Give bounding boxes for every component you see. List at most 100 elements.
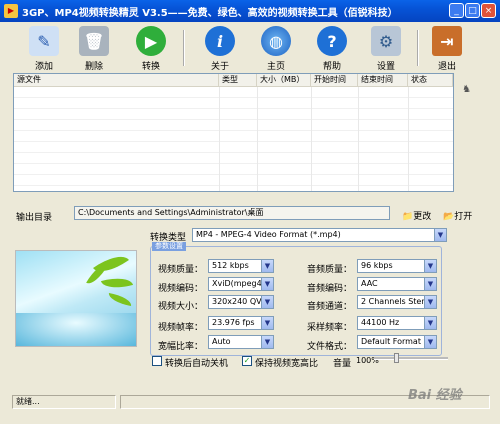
file-list-header: 源文件 类型 大小（MB） 开始时间 结束时间 状态 — [14, 74, 453, 87]
change-dir-button[interactable]: 📁更改 — [402, 209, 431, 222]
video-fps-value: 23.976 fps — [212, 318, 255, 327]
folder-icon: 📁 — [402, 212, 414, 222]
column-size[interactable]: 大小（MB） — [257, 74, 311, 86]
help-label: 帮助 — [322, 62, 341, 72]
video-size-select[interactable]: 320x240 QVGA ▼ — [208, 295, 274, 309]
audio-quality-label: 音频质量： — [307, 265, 353, 275]
video-fps-label: 视频帧率： — [158, 323, 204, 333]
keep-ratio-checkbox[interactable]: ✓ — [242, 356, 252, 366]
volume-slider-track[interactable] — [374, 357, 448, 360]
file-format-value: Default Format — [361, 337, 421, 346]
open-dir-label: 打开 — [454, 212, 473, 222]
change-dir-label: 更改 — [413, 212, 432, 222]
title-bar: ▶ 3GP、MP4视频转换精灵 V3.5——免费、绿色、高效的视频转换工具（佰锐… — [0, 0, 500, 22]
keep-ratio-label: 保持视频宽高比 — [255, 359, 319, 369]
toolbar-separator — [183, 30, 185, 66]
column-divider — [257, 87, 258, 191]
chevron-down-icon[interactable]: ▼ — [261, 336, 273, 348]
watermark: Bai 经验 — [408, 388, 462, 403]
toolbar: ✎ 添加 🗑 删除 ▶ 转换 i 关于 ◍ 主页 ? 帮助 ⚙ 设置 ⇥ 退出 — [2, 24, 498, 72]
convert-label: 转换 — [141, 62, 160, 72]
video-codec-select[interactable]: XviD(mpeg4) ▼ — [208, 277, 274, 291]
audio-quality-value: 96 kbps — [361, 261, 393, 270]
chevron-down-icon[interactable]: ▼ — [424, 317, 436, 329]
video-codec-value: XviD(mpeg4) — [212, 279, 265, 288]
aspect-ratio-value: Auto — [212, 337, 231, 346]
settings-button[interactable]: ⚙ 设置 — [366, 26, 406, 72]
settings-icon: ⚙ — [371, 26, 401, 56]
column-status[interactable]: 状态 — [408, 74, 453, 86]
chevron-down-icon[interactable]: ▼ — [261, 260, 273, 272]
home-label: 主页 — [266, 62, 285, 72]
column-end-time[interactable]: 结束时间 — [358, 74, 408, 86]
output-dir-label: 输出目录 — [16, 213, 53, 223]
chevron-down-icon[interactable]: ▼ — [261, 317, 273, 329]
status-text: 就绪... — [12, 395, 116, 409]
video-codec-label: 视频编码： — [158, 284, 204, 294]
delete-button[interactable]: 🗑 删除 — [74, 26, 114, 72]
help-button[interactable]: ? 帮助 — [312, 26, 352, 72]
help-icon: ? — [317, 26, 347, 56]
auto-shutdown-checkbox[interactable] — [152, 356, 162, 366]
delete-label: 删除 — [84, 62, 103, 72]
add-label: 添加 — [34, 62, 53, 72]
convert-type-select[interactable]: MP4 - MPEG-4 Video Format (*.mp4) ▼ — [192, 228, 447, 242]
convert-button[interactable]: ▶ 转换 — [131, 26, 171, 72]
sample-rate-value: 44100 Hz — [361, 318, 400, 327]
column-divider — [219, 87, 220, 191]
exit-button[interactable]: ⇥ 退出 — [427, 26, 467, 72]
output-dir-field[interactable]: C:\Documents and Settings\Administrator\… — [74, 206, 390, 220]
open-folder-icon: 📂 — [443, 212, 455, 222]
home-button[interactable]: ◍ 主页 — [256, 26, 296, 72]
aspect-ratio-label: 宽幅比率： — [158, 342, 204, 352]
audio-codec-value: AAC — [361, 279, 378, 288]
audio-quality-select[interactable]: 96 kbps ▼ — [357, 259, 437, 273]
file-list[interactable]: 源文件 类型 大小（MB） 开始时间 结束时间 状态 — [13, 73, 454, 192]
minimize-button[interactable]: _ — [449, 3, 464, 18]
audio-channel-select[interactable]: 2 Channels Stere ▼ — [357, 295, 437, 309]
column-start-time[interactable]: 开始时间 — [311, 74, 358, 86]
column-divider — [408, 87, 409, 191]
auto-shutdown-label: 转换后自动关机 — [165, 359, 229, 369]
file-format-label: 文件格式： — [307, 342, 353, 352]
file-format-select[interactable]: Default Format ▼ — [357, 335, 437, 349]
open-dir-button[interactable]: 📂打开 — [443, 209, 472, 222]
column-divider — [311, 87, 312, 191]
exit-door-icon: ⇥ — [432, 26, 462, 56]
chevron-down-icon[interactable]: ▼ — [261, 278, 273, 290]
globe-icon: ◍ — [261, 26, 291, 56]
audio-channel-value: 2 Channels Stere — [361, 297, 430, 306]
chevron-down-icon[interactable]: ▼ — [424, 296, 436, 308]
video-quality-select[interactable]: 512 kbps ▼ — [208, 259, 274, 273]
link-icon[interactable]: ♞ — [462, 84, 472, 95]
column-type[interactable]: 类型 — [219, 74, 257, 86]
info-icon: i — [205, 26, 235, 56]
audio-codec-select[interactable]: AAC ▼ — [357, 277, 437, 291]
volume-slider-thumb[interactable] — [394, 353, 400, 363]
convert-type-value: MP4 - MPEG-4 Video Format (*.mp4) — [196, 230, 341, 239]
params-tab: 参数设置 — [152, 242, 186, 251]
audio-codec-label: 音频编码： — [307, 284, 353, 294]
aspect-ratio-select[interactable]: Auto ▼ — [208, 335, 274, 349]
chevron-down-icon[interactable]: ▼ — [261, 296, 273, 308]
video-fps-select[interactable]: 23.976 fps ▼ — [208, 316, 274, 330]
volume-label: 音量 — [333, 359, 352, 369]
video-quality-value: 512 kbps — [212, 261, 249, 270]
close-button[interactable]: × — [481, 3, 496, 18]
about-label: 关于 — [210, 62, 229, 72]
chevron-down-icon[interactable]: ▼ — [434, 229, 446, 241]
sample-rate-select[interactable]: 44100 Hz ▼ — [357, 316, 437, 330]
chevron-down-icon[interactable]: ▼ — [424, 278, 436, 290]
chevron-down-icon[interactable]: ▼ — [424, 336, 436, 348]
exit-label: 退出 — [437, 62, 456, 72]
about-button[interactable]: i 关于 — [200, 26, 240, 72]
chevron-down-icon[interactable]: ▼ — [424, 260, 436, 272]
column-source-file[interactable]: 源文件 — [14, 74, 219, 86]
trash-icon: 🗑 — [79, 26, 109, 56]
add-button[interactable]: ✎ 添加 — [24, 26, 64, 72]
settings-label: 设置 — [376, 62, 395, 72]
audio-channel-label: 音频通道： — [307, 302, 353, 312]
preview-image — [15, 250, 137, 347]
app-icon: ▶ — [4, 4, 18, 18]
maximize-button[interactable]: □ — [465, 3, 480, 18]
